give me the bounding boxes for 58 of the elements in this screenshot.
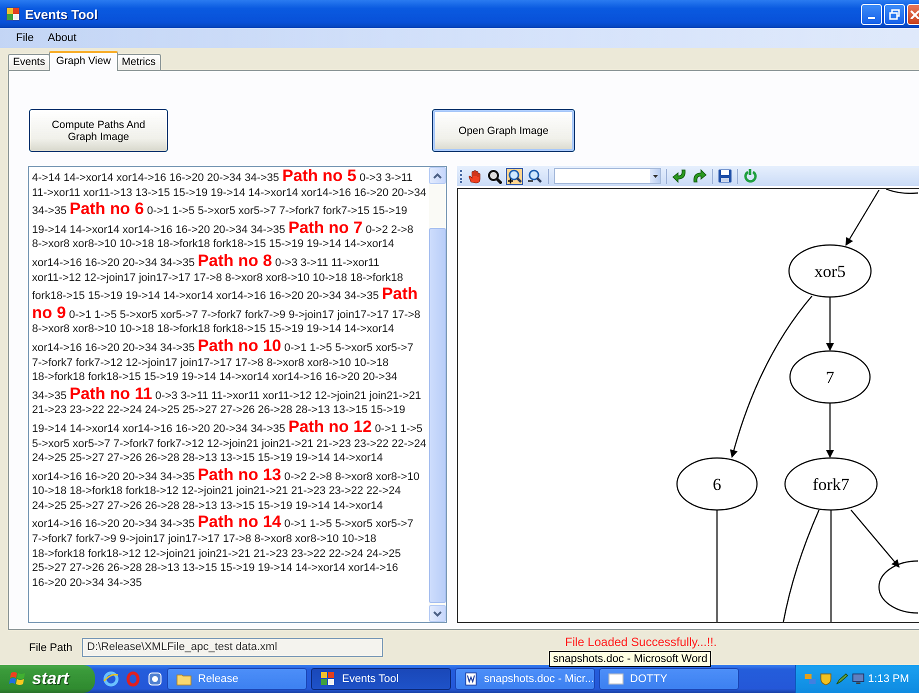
compute-button[interactable]: Compute Paths And Graph Image [29,109,168,152]
minimize-button[interactable] [861,4,882,24]
menu-item[interactable]: File [9,30,41,46]
forward-arrow-icon[interactable] [691,168,707,184]
browser-icon[interactable] [103,671,119,687]
scrollbar[interactable] [429,167,446,622]
pen-icon[interactable] [835,671,849,687]
scroll-down-button[interactable] [429,605,446,622]
windows-flag-icon [9,670,27,688]
graph-edge [850,510,900,568]
zoom-out-tool[interactable] [526,168,543,184]
scroll-thumb[interactable] [429,228,446,603]
save-icon[interactable] [718,169,732,183]
tab[interactable]: Events [8,54,50,70]
window-icon [608,671,624,687]
status-message: File Loaded Successfully...!!. [565,635,717,649]
graph-edge [826,403,834,458]
minimize-icon [868,17,875,19]
graph-node [878,560,918,614]
zoom-in-tool[interactable] [506,168,523,184]
file-path-label: File Path [29,642,74,654]
graph-node: 6 [676,457,758,511]
restore-button[interactable] [884,4,905,24]
caret-up-icon [433,172,442,178]
clock: 1:13 PM [868,673,909,685]
file-path-field[interactable]: D:\Release\XMLFile_apc_test data.xml [82,638,383,657]
close-button[interactable] [907,4,919,24]
app-icon [320,671,336,687]
open-image-button[interactable]: Open Graph Image [432,109,575,152]
graph-node: xor5 [788,244,872,298]
media-icon[interactable] [147,671,163,687]
back-arrow-icon[interactable] [672,168,688,184]
app-icon [6,7,20,21]
tooltip: snapshots.doc - Microsoft Word [549,651,712,667]
magnifier-tool[interactable] [486,168,503,184]
hand-tool[interactable] [466,168,483,184]
menu-item[interactable]: About [40,30,84,46]
tab[interactable]: Metrics [116,54,161,70]
graph-edge [826,297,834,351]
restore-icon [889,8,900,20]
window-title: Events Tool [25,6,99,22]
graph-node [886,189,918,194]
graph-node: 7 [789,350,871,404]
graph-edge [845,190,880,246]
graph-node: fork7 [784,457,878,511]
toolbar-grip-icon [460,169,463,183]
start-button[interactable]: start [0,665,95,693]
shield-icon[interactable] [820,671,832,687]
dropdown-arrow-icon [652,174,658,178]
taskbar-button[interactable]: Events Tool [311,668,451,690]
tab[interactable]: Graph View [49,51,118,71]
document-icon [464,671,478,687]
monitor-icon[interactable] [852,671,866,687]
caret-down-icon [433,610,442,616]
close-icon [908,9,918,19]
paths-output-text: 4->14 14->xor14 xor14->16 16->20 20->34 34->35 Path no 5 0->3 3->11 11->xor11 xor11->13 13->15 15->19 19->14 14->xor14 xor14->16 16->20 20->34 34->35 Path no 6 0->1 1->5 5->xor5 xor5->7 7->fork7 fork7->15 15->19 19->14 14->xor14 xor14->16 16->20 20->34 34->35 Path no 7 0->2 2->8 8->xor8 xor8->10 10->18 18->fork18 fork18->15 15->19 19->14 14->xor14 xor14->16 16->20 20->34 34->35 Path no 8 0->3 3->11 11->xor11 xor11->12 12->join17 join17->17 17->8 8->xor8 xor8->10 10->18 18->fork18 fork18->15 15->19 19->14 14->xor14 xor14->16 16->20 20->34 34->35 Path no 9 0->1 1->5 5->xor5 xor5->7 7->fork7 fork7->9 9->join17 join17->17 17->8 8->xor8 xor8->10 10->18 18->fork18 fork18->15 15->19 19->14 14->xor14 xor14->16 16->20 20->34 34->35 Path no 10 0->1 1->5 5->xor5 xor5->7 7->fork7 fork7->12 12->join17 join17->17 17->8 8->xor8 xor8->10 10->18 18->fork18 fork18->15 15->19 19->14 14->xor14 xor14->16 16->20 20->34 34->35 Path no 11 0->3 3->11 11->xor11 xor11->12 12->join21 join21->21 21->23 23->22 22->24 24->25 25->27 27->26 26->28 28->13 13->15 15->19 19->14 14->xor14 xor14->16 16->20 20->34 34->35 Path no 12 0->1 1->5 5->xor5 xor5->7 7->fork7 fork7->12 12->join21 join21->21 21->23 23->22 22->24 24->25 25->27 27->26 26->28 28->13 13->15 15->19 19->14 14->xor14 xor14->16 16->20 20->34 34->35 Path no 13 0->2 2->8 8->xor8 xor8->10 10->18 18->fork18 fork18->12 12->join21 join21->21 21->23 23->22 22->24 24->25 25->27 27->26 26->28 28->13 13->15 15->19 19->14 14->xor14 xor14->16 16->20 20->34 34->35 Path no 14 0->1 1->5 5->xor5 xor5->7 7->fork7 fork7->9 9->join17 join17->17 17->8 8->xor8 xor8->10 10->18 18->fork18 fork18->12 12->join21 join21->21 21->23 23->22 22->24 24->25 25->27 27->26 26->28 28->13 13->15 15->19 19->14 14->xor14 xor14->16 16->20 20->34 34->35 [31,167,428,591]
refresh-icon[interactable] [743,169,757,183]
scroll-up-button[interactable] [429,167,446,184]
